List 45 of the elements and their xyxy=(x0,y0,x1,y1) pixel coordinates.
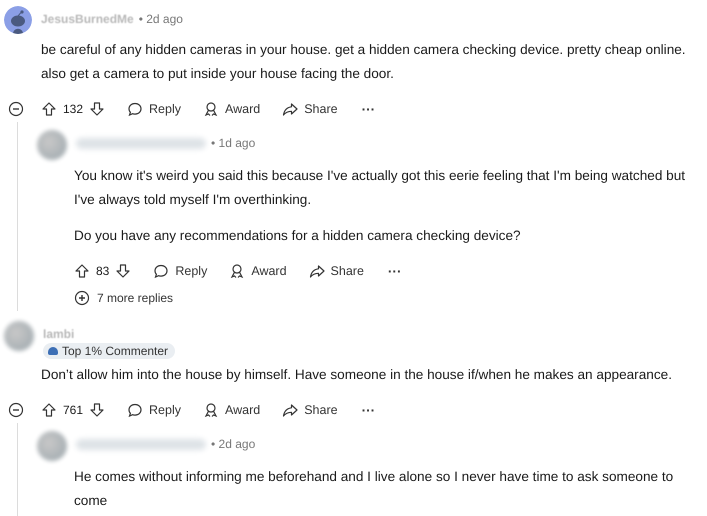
collapse-icon[interactable] xyxy=(8,101,24,117)
action-button[interactable]: Share xyxy=(308,263,364,279)
upvote-icon[interactable] xyxy=(41,402,57,418)
downvote-icon[interactable] xyxy=(115,263,132,279)
comment-text: Don’t allow him into the house by himself. Have someone in the house if/when he makes an appearance. xyxy=(41,366,673,384)
reply-icon xyxy=(127,402,144,418)
more-options-button[interactable]: ··· xyxy=(384,264,406,278)
collapse-icon[interactable] xyxy=(8,402,24,418)
action-button[interactable]: Award xyxy=(229,263,287,279)
expand-icon xyxy=(74,290,90,306)
action-button[interactable]: Share xyxy=(282,402,338,418)
comment-text: be careful of any hidden cameras in your house. get a hidden camera checking device. pretty cheap online. also get a camera to put inside your house facing the door. xyxy=(41,41,687,83)
action-button[interactable]: Reply xyxy=(127,101,181,117)
share-icon xyxy=(308,263,325,279)
action-button[interactable]: Award xyxy=(203,402,260,418)
more-options-button[interactable]: ··· xyxy=(358,102,380,116)
downvote-icon[interactable] xyxy=(89,402,106,418)
action-button[interactable]: Share xyxy=(282,101,338,117)
share-icon xyxy=(282,402,298,418)
vote-count: 132 xyxy=(63,102,84,116)
vote-count: 83 xyxy=(96,264,110,278)
comment-time: • 2d ago xyxy=(211,437,256,451)
comment-text: Do you have any recommendations for a hidden camera checking device? xyxy=(74,227,522,245)
comment-time: • 1d ago xyxy=(211,136,256,150)
badge-icon xyxy=(48,347,58,355)
action-button[interactable]: Reply xyxy=(153,263,208,279)
action-button[interactable]: Reply xyxy=(127,402,181,418)
comment-text: He comes without informing me beforehand and I live alone so I never have time to ask someone to come xyxy=(74,468,674,510)
upvote-icon[interactable] xyxy=(41,101,57,117)
commenter-badge: Top 1% Commenter xyxy=(43,343,176,359)
award-icon xyxy=(203,402,219,418)
reply-icon xyxy=(127,101,144,117)
award-icon xyxy=(203,101,219,117)
avatar-icon[interactable] xyxy=(4,6,32,34)
action-button[interactable]: Award xyxy=(203,101,260,117)
comment-text: You know it's weird you said this because I've actually got this eerie feeling that I'm being watched but I've always told myself I'm overthinking. xyxy=(74,167,686,209)
upvote-icon[interactable] xyxy=(74,263,90,279)
comment-time: • 2d ago xyxy=(138,12,183,26)
more-options-button[interactable]: ··· xyxy=(358,402,380,418)
downvote-icon[interactable] xyxy=(89,101,106,117)
more-replies-link[interactable]: 7 more replies xyxy=(74,290,174,306)
reply-icon xyxy=(153,263,170,279)
award-icon xyxy=(229,263,246,279)
vote-count: 761 xyxy=(63,403,84,417)
share-icon xyxy=(282,101,298,117)
